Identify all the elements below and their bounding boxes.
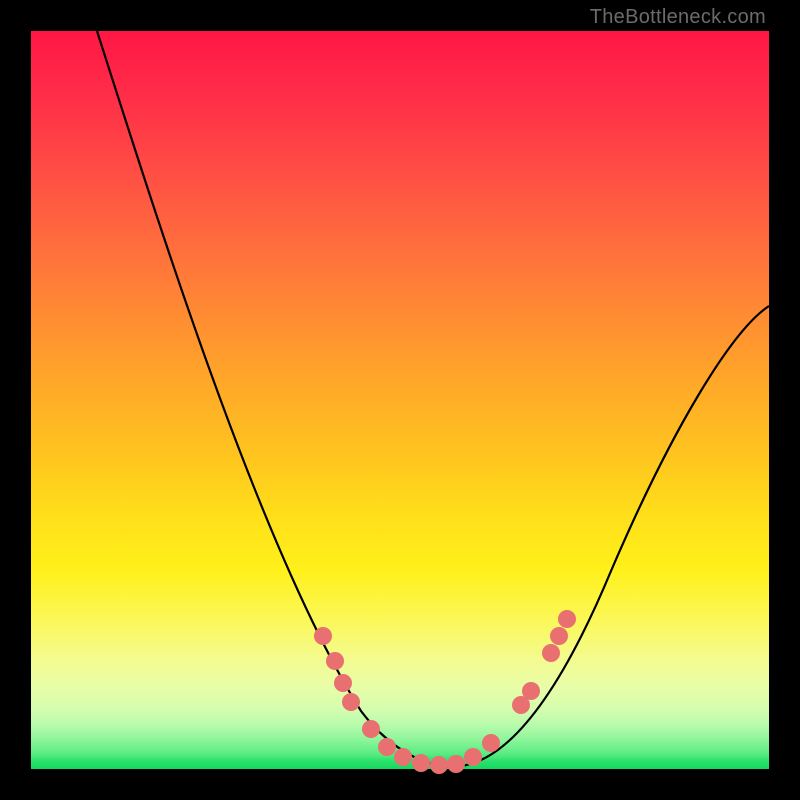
data-marker [378, 738, 396, 756]
data-marker [430, 756, 448, 774]
data-marker [326, 652, 344, 670]
data-marker [447, 755, 465, 773]
data-marker [412, 754, 430, 772]
data-marker [542, 644, 560, 662]
data-marker [464, 748, 482, 766]
data-marker [394, 748, 412, 766]
marker-group [314, 610, 576, 774]
data-marker [522, 682, 540, 700]
data-marker [314, 627, 332, 645]
data-marker [482, 734, 500, 752]
data-marker [342, 693, 360, 711]
data-marker [558, 610, 576, 628]
data-marker [334, 674, 352, 692]
data-marker [550, 627, 568, 645]
data-marker [362, 720, 380, 738]
watermark-text: TheBottleneck.com [590, 6, 766, 29]
chart-svg [31, 31, 769, 769]
bottleneck-curve [97, 31, 769, 767]
